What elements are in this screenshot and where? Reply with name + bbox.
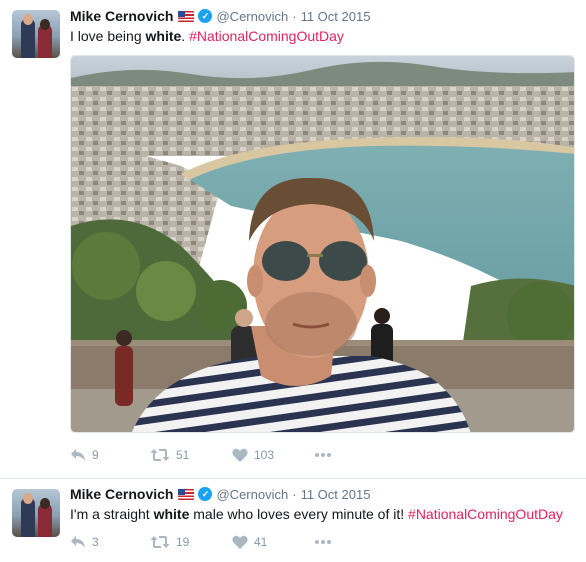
separator: ·	[292, 8, 297, 24]
tweet-header: Mike Cernovich ✓ @Cernovich · 11 Oct 201…	[70, 484, 370, 504]
tweet-actions: 3 19 41	[70, 532, 338, 552]
tweet-feed: Mike Cernovich ✓ @Cernovich · 11 Oct 201…	[0, 0, 586, 562]
avatar[interactable]	[12, 10, 60, 58]
author-name[interactable]: Mike Cernovich	[70, 8, 173, 24]
reply-icon	[71, 449, 85, 461]
retweet-icon	[150, 449, 170, 461]
reply-button[interactable]: 9	[70, 448, 150, 462]
tweet-photo[interactable]	[70, 55, 575, 433]
reply-icon	[71, 536, 85, 548]
author-handle[interactable]: @Cernovich	[216, 9, 288, 24]
tweet-text: I'm a straight white male who loves ever…	[70, 506, 563, 522]
like-count: 41	[254, 535, 268, 549]
like-button[interactable]: 41	[232, 535, 314, 549]
tweet-header: Mike Cernovich ✓ @Cernovich · 11 Oct 201…	[70, 6, 370, 26]
verified-icon: ✓	[198, 9, 213, 23]
tweet-text: I love being white. #NationalComingOutDa…	[70, 28, 344, 44]
more-icon	[315, 540, 331, 544]
retweet-button[interactable]: 19	[150, 535, 232, 549]
flag-icon	[178, 488, 195, 500]
reply-count: 3	[92, 535, 99, 549]
like-icon	[232, 448, 248, 462]
retweet-icon	[150, 536, 170, 548]
like-button[interactable]: 103	[232, 448, 314, 462]
hashtag-link[interactable]: #NationalComingOutDay	[408, 506, 563, 522]
tweet-timestamp[interactable]: 11 Oct 2015	[301, 9, 371, 24]
tweet-actions: 9 51 103	[70, 445, 338, 465]
tweet[interactable]: Mike Cernovich ✓ @Cernovich · 11 Oct 201…	[0, 479, 586, 562]
verified-icon: ✓	[198, 487, 213, 501]
flag-icon	[178, 10, 195, 22]
tweet[interactable]: Mike Cernovich ✓ @Cernovich · 11 Oct 201…	[0, 0, 586, 479]
author-name[interactable]: Mike Cernovich	[70, 486, 173, 502]
reply-count: 9	[92, 448, 99, 462]
tweet-timestamp[interactable]: 11 Oct 2015	[301, 487, 371, 502]
hashtag-link[interactable]: #NationalComingOutDay	[189, 28, 344, 44]
author-handle[interactable]: @Cernovich	[216, 487, 288, 502]
separator: ·	[292, 486, 297, 502]
reply-button[interactable]: 3	[70, 535, 150, 549]
avatar[interactable]	[12, 489, 60, 537]
more-button[interactable]	[314, 539, 338, 545]
selfie-photo	[71, 56, 574, 432]
retweet-button[interactable]: 51	[150, 448, 232, 462]
like-count: 103	[254, 448, 275, 462]
retweet-count: 19	[176, 535, 190, 549]
more-button[interactable]	[314, 452, 338, 458]
retweet-count: 51	[176, 448, 190, 462]
like-icon	[232, 535, 248, 549]
more-icon	[315, 453, 331, 457]
